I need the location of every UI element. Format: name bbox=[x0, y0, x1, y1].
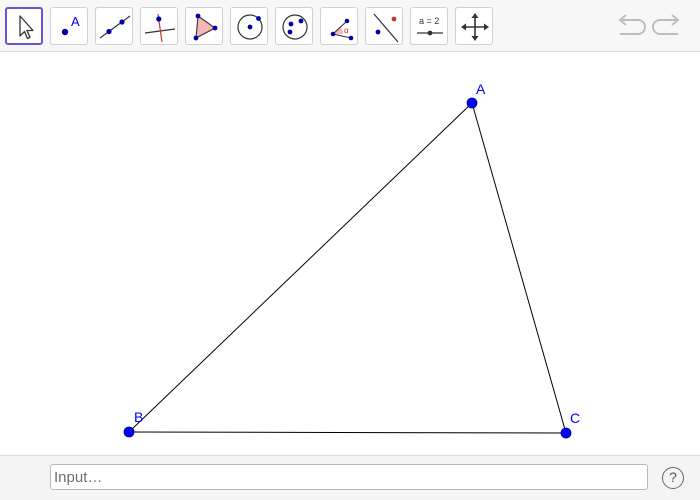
move-graphics-view-tool-button[interactable] bbox=[455, 7, 493, 45]
point-a[interactable] bbox=[466, 97, 478, 109]
point-c-label: C bbox=[570, 410, 580, 426]
move-tool-button[interactable] bbox=[5, 7, 43, 45]
slider-icon: a = 2 bbox=[417, 16, 443, 36]
segment-ab[interactable] bbox=[128, 102, 473, 433]
move-pointer-icon bbox=[19, 15, 34, 40]
graphics-view[interactable]: A B C bbox=[0, 52, 700, 455]
circle-through-three-points-icon bbox=[282, 14, 308, 40]
angle-icon: α bbox=[330, 18, 354, 41]
input-bar: ? bbox=[0, 455, 700, 500]
reflect-about-line-icon bbox=[373, 13, 399, 43]
reflect-tool-button[interactable] bbox=[365, 7, 403, 45]
geogebra-app: A α a = 2 A B C Input… ? bbox=[0, 0, 700, 500]
angle-tool-label: α bbox=[344, 26, 349, 35]
point-c[interactable] bbox=[560, 427, 572, 439]
perpendicular-tool-button[interactable] bbox=[140, 7, 178, 45]
perpendicular-line-icon bbox=[144, 13, 176, 43]
segment-bc[interactable] bbox=[128, 431, 567, 434]
undo-button[interactable] bbox=[612, 10, 648, 42]
algebra-input-field[interactable] bbox=[50, 464, 648, 490]
polygon-icon bbox=[193, 13, 218, 41]
point-tool-button[interactable]: A bbox=[50, 7, 88, 45]
circle-tool-button[interactable] bbox=[230, 7, 268, 45]
redo-icon bbox=[652, 14, 680, 35]
line-tool-button[interactable] bbox=[95, 7, 133, 45]
help-icon: ? bbox=[669, 469, 677, 485]
help-button[interactable]: ? bbox=[662, 467, 684, 489]
point-b[interactable] bbox=[123, 426, 135, 438]
toolbar: A α a = 2 bbox=[0, 0, 700, 52]
angle-tool-button[interactable]: α bbox=[320, 7, 358, 45]
circle-center-point-icon bbox=[237, 14, 263, 40]
point-icon: A bbox=[61, 14, 80, 36]
point-a-label: A bbox=[476, 81, 486, 97]
construction-drawing: A B C bbox=[123, 81, 580, 439]
circle-three-points-tool-button[interactable] bbox=[275, 7, 313, 45]
move-graphics-view-icon bbox=[461, 13, 489, 41]
slider-tool-button[interactable]: a = 2 bbox=[410, 7, 448, 45]
slider-tool-label: a = 2 bbox=[419, 16, 439, 26]
line-through-two-points-icon bbox=[99, 15, 131, 39]
point-b-label: B bbox=[134, 409, 143, 425]
segment-ca[interactable] bbox=[471, 102, 567, 434]
polygon-tool-button[interactable] bbox=[185, 7, 223, 45]
point-tool-label: A bbox=[71, 14, 80, 29]
redo-button[interactable] bbox=[650, 10, 686, 42]
undo-icon bbox=[618, 14, 646, 35]
